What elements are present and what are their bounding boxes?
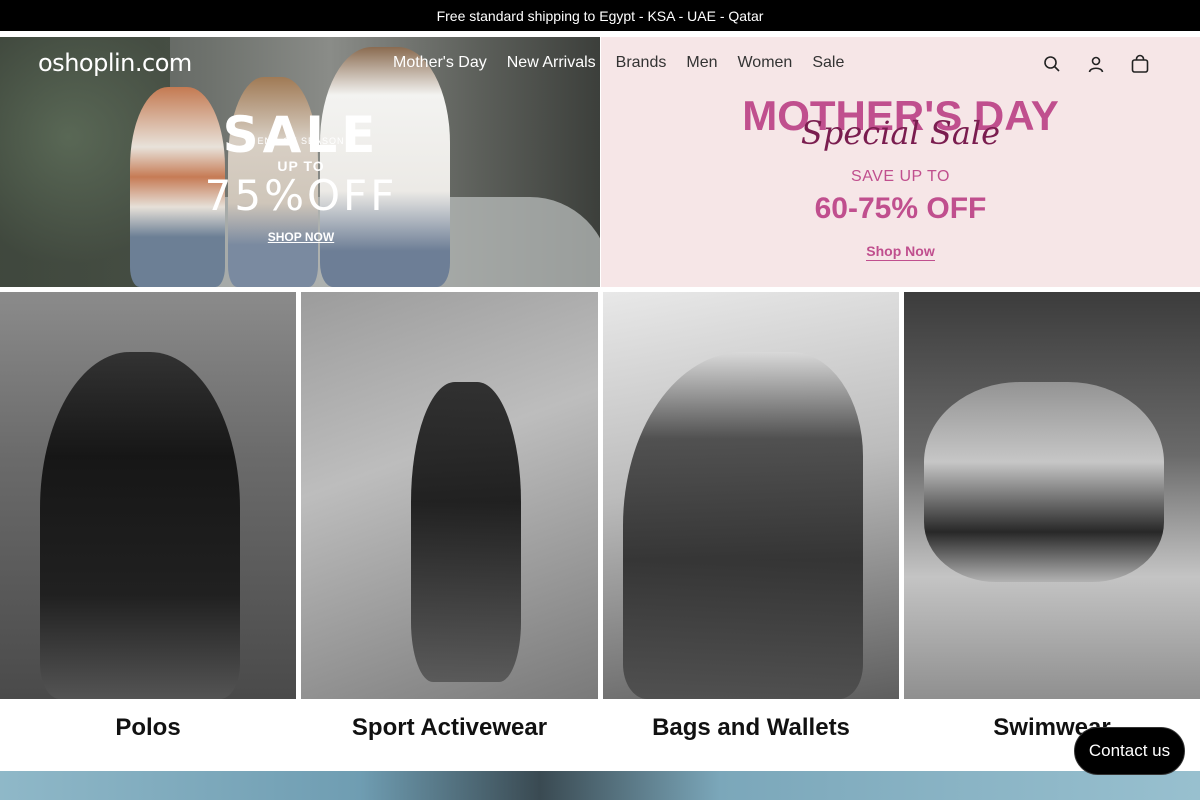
mothers-day-script: Special Sale [800, 114, 1001, 152]
nav-item-brands[interactable]: Brands [616, 54, 667, 72]
sale-percent: 75%OFF [204, 171, 398, 220]
mothers-day-save-label: SAVE UP TO [851, 168, 950, 185]
category-tile-polos[interactable] [0, 292, 296, 699]
nav-item-men[interactable]: Men [686, 54, 717, 72]
category-tile-bags-and-wallets[interactable] [603, 292, 899, 699]
announcement-text: Free standard shipping to Egypt - KSA - … [436, 7, 764, 24]
category-label-polos[interactable]: Polos [0, 714, 296, 748]
header-icons [1042, 54, 1150, 74]
sale-headline: SALE [222, 106, 380, 164]
contact-us-button[interactable]: Contact us [1074, 727, 1185, 775]
nav-item-mothers-day[interactable]: Mother's Day [393, 54, 487, 72]
mothers-day-percent: 60-75% OFF [814, 192, 987, 225]
category-image-sport-activewear [411, 382, 521, 682]
site-header: oshoplin.com Mother's Day New Arrivals B… [0, 37, 1200, 93]
cart-icon[interactable] [1130, 54, 1150, 74]
category-tile-sport-activewear[interactable] [301, 292, 598, 699]
category-image-polos [40, 352, 240, 699]
mothers-day-shop-now-text: Shop Now [866, 243, 935, 261]
account-icon[interactable] [1086, 54, 1106, 74]
site-logo[interactable]: oshoplin.com [38, 49, 192, 77]
category-label-bags-and-wallets[interactable]: Bags and Wallets [603, 714, 899, 748]
main-nav: Mother's Day New Arrivals Brands Men Wom… [393, 54, 844, 72]
search-icon[interactable] [1042, 54, 1062, 74]
sale-shop-now-link[interactable]: SHOP NOW [196, 230, 406, 244]
sale-text-block: SALE END OF SEASON UP TO 75%OFF SHOP NOW [196, 106, 406, 244]
mothers-day-shop-now-link[interactable]: Shop Now [601, 243, 1200, 261]
category-image-swimwear [924, 382, 1164, 582]
next-section-banner [0, 771, 1200, 800]
announcement-bar: Free standard shipping to Egypt - KSA - … [0, 0, 1200, 31]
sale-season-label: END OF SEASON [257, 136, 345, 146]
nav-item-new-arrivals[interactable]: New Arrivals [507, 54, 596, 72]
category-image-bags-and-wallets [623, 352, 863, 699]
nav-item-sale[interactable]: Sale [812, 54, 844, 72]
nav-item-women[interactable]: Women [737, 54, 792, 72]
category-label-sport-activewear[interactable]: Sport Activewear [301, 714, 598, 748]
category-tile-swimwear[interactable] [904, 292, 1200, 699]
